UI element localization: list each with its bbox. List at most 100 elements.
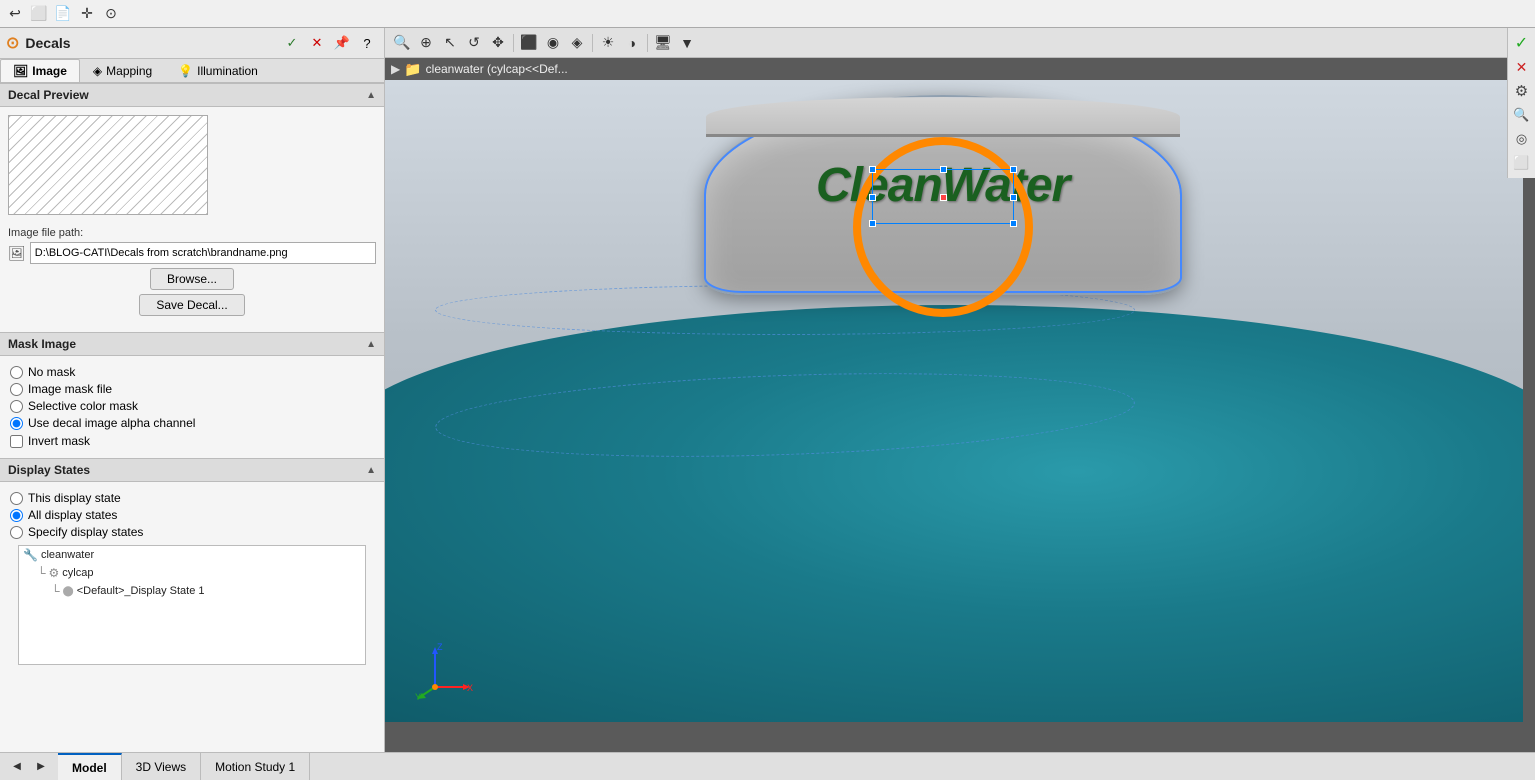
decal-preview-box bbox=[8, 115, 208, 215]
tree-node-cylcap[interactable]: └ ⚙ cylcap bbox=[33, 564, 365, 582]
mask-image-collapse-icon: ▲ bbox=[366, 339, 376, 350]
tab-illumination-icon: 💡 bbox=[178, 64, 193, 78]
file-path-input[interactable] bbox=[30, 242, 376, 264]
display-states-section: This display state All display states Sp… bbox=[0, 482, 384, 677]
mask-selective-color-radio[interactable] bbox=[10, 400, 23, 413]
vp-cube-icon[interactable]: ⬛ bbox=[518, 32, 540, 54]
bottom-bar: ◀ ▶ Model 3D Views Motion Study 1 bbox=[0, 752, 1535, 780]
tab-illumination-label: Illumination bbox=[197, 64, 258, 78]
tree-node-display-state-text: <Default>_Display State 1 bbox=[77, 585, 205, 597]
toolbar-open-icon[interactable]: 📄 bbox=[52, 3, 74, 25]
tab-mapping-icon: ◈ bbox=[93, 64, 102, 78]
mask-alpha-channel-radio[interactable] bbox=[10, 417, 23, 430]
viewport-3d[interactable]: CleanWater bbox=[385, 80, 1523, 722]
panel-content: Decal Preview ▲ Image file path: 🖼 Brows… bbox=[0, 83, 384, 752]
vp-more-icon[interactable]: ▼ bbox=[676, 32, 698, 54]
browse-button[interactable]: Browse... bbox=[150, 268, 234, 290]
viewport-toolbar: 🔍 ⊕ ↖ ↺ ✥ ⬛ ◉ ◈ ☀ ◑ 🖥 ▼ bbox=[385, 28, 1535, 58]
svg-text:Y: Y bbox=[415, 692, 421, 702]
display-all-states-row: All display states bbox=[10, 508, 374, 522]
vp-rotate-icon[interactable]: ↺ bbox=[463, 32, 485, 54]
display-this-state-row: This display state bbox=[10, 491, 374, 505]
right-confirm-icon[interactable]: ✓ bbox=[1511, 32, 1533, 54]
display-all-states-label: All display states bbox=[28, 508, 117, 522]
tree-node-cleanwater-text: cleanwater bbox=[41, 549, 94, 561]
toolbar-back-icon[interactable]: ↩ bbox=[4, 3, 26, 25]
right-circle-icon[interactable]: ◎ bbox=[1511, 128, 1533, 150]
tab-mapping[interactable]: ◈ Mapping bbox=[80, 59, 165, 82]
panel-title-text: Decals bbox=[25, 35, 70, 51]
mask-image-file-radio[interactable] bbox=[10, 383, 23, 396]
decal-preview-collapse-icon: ▲ bbox=[366, 90, 376, 101]
display-specify-states-label: Specify display states bbox=[28, 525, 143, 539]
mask-no-mask-label: No mask bbox=[28, 365, 75, 379]
right-square-icon[interactable]: ⬜ bbox=[1511, 152, 1533, 174]
preview-hatch-pattern bbox=[9, 116, 207, 214]
vp-search-icon[interactable]: 🔍 bbox=[391, 32, 413, 54]
display-all-states-radio[interactable] bbox=[10, 509, 23, 522]
mask-image-title: Mask Image bbox=[8, 337, 76, 351]
display-states-title: Display States bbox=[8, 463, 90, 477]
mask-no-mask-radio[interactable] bbox=[10, 366, 23, 379]
tree-connector2-icon: └ bbox=[51, 584, 60, 598]
breadcrumb-folder-icon: 📁 bbox=[404, 61, 421, 78]
display-specify-states-row: Specify display states bbox=[10, 525, 374, 539]
bottom-tab-motion-study[interactable]: Motion Study 1 bbox=[201, 753, 310, 780]
vp-cursor-icon[interactable]: ↖ bbox=[439, 32, 461, 54]
tree-node-cleanwater[interactable]: 🔧 cleanwater bbox=[19, 546, 365, 564]
right-icons-panel: ✓ ✕ ⚙ 🔍 ◎ ⬜ bbox=[1507, 28, 1535, 178]
toolbar-circle-icon[interactable]: ⊙ bbox=[100, 3, 122, 25]
decal-preview-section-header[interactable]: Decal Preview ▲ bbox=[0, 83, 384, 107]
vp-sep-3 bbox=[647, 34, 648, 52]
pin-button[interactable]: 📌 bbox=[331, 32, 353, 54]
tab-illumination[interactable]: 💡 Illumination bbox=[165, 59, 271, 82]
save-decal-button[interactable]: Save Decal... bbox=[139, 294, 244, 316]
decal-preview-title: Decal Preview bbox=[8, 88, 89, 102]
right-search-icon[interactable]: 🔍 bbox=[1511, 104, 1533, 126]
mask-alpha-channel-label: Use decal image alpha channel bbox=[28, 416, 195, 430]
bottom-prev-icon[interactable]: ◀ bbox=[6, 756, 28, 778]
display-states-tree: 🔧 cleanwater └ ⚙ cylcap └ ⬤ <Default>_Di… bbox=[18, 545, 366, 665]
vp-pan-icon[interactable]: ✥ bbox=[487, 32, 509, 54]
vp-zoom-icon[interactable]: ⊕ bbox=[415, 32, 437, 54]
tab-image-label: Image bbox=[32, 64, 67, 78]
tree-node-cylcap-icon: ⚙ bbox=[49, 566, 60, 580]
main-area: ⊙ Decals ✓ ✕ 📌 ? 🖼 Image ◈ Mappi bbox=[0, 28, 1535, 752]
svg-text:X: X bbox=[467, 683, 473, 693]
vp-render-icon[interactable]: ◉ bbox=[542, 32, 564, 54]
bottom-tab-3dviews[interactable]: 3D Views bbox=[122, 753, 201, 780]
toolbar-new-icon[interactable]: ⬜ bbox=[28, 3, 50, 25]
tree-node-display-state[interactable]: └ ⬤ <Default>_Display State 1 bbox=[47, 582, 365, 600]
display-states-section-header[interactable]: Display States ▲ bbox=[0, 458, 384, 482]
cylinder-rim bbox=[706, 97, 1180, 137]
right-gear-icon[interactable]: ⚙ bbox=[1511, 80, 1533, 102]
mask-alpha-channel-row: Use decal image alpha channel bbox=[10, 416, 374, 430]
file-path-label: Image file path: bbox=[8, 227, 376, 239]
vp-light-icon[interactable]: ☀ bbox=[597, 32, 619, 54]
bottom-next-icon[interactable]: ▶ bbox=[30, 756, 52, 778]
confirm-button[interactable]: ✓ bbox=[281, 32, 303, 54]
vp-shadow-icon[interactable]: ◑ bbox=[621, 32, 643, 54]
mask-selective-color-row: Selective color mask bbox=[10, 399, 374, 413]
vp-material-icon[interactable]: ◈ bbox=[566, 32, 588, 54]
panel-header: ⊙ Decals ✓ ✕ 📌 ? bbox=[0, 28, 384, 59]
cancel-button[interactable]: ✕ bbox=[306, 32, 328, 54]
scene-background: CleanWater bbox=[385, 80, 1523, 722]
mask-invert-checkbox[interactable] bbox=[10, 435, 23, 448]
right-viewport: 🔍 ⊕ ↖ ↺ ✥ ⬛ ◉ ◈ ☀ ◑ 🖥 ▼ ▶ 📁 cleanwater (… bbox=[385, 28, 1535, 752]
display-this-state-label: This display state bbox=[28, 491, 121, 505]
bottom-tab-model[interactable]: Model bbox=[58, 753, 122, 780]
display-specify-states-radio[interactable] bbox=[10, 526, 23, 539]
display-this-state-radio[interactable] bbox=[10, 492, 23, 505]
tab-image-icon: 🖼 bbox=[13, 64, 28, 78]
mask-selective-color-label: Selective color mask bbox=[28, 399, 138, 413]
tab-image[interactable]: 🖼 Image bbox=[0, 59, 80, 82]
display-states-collapse-icon: ▲ bbox=[366, 465, 376, 476]
right-cancel-icon[interactable]: ✕ bbox=[1511, 56, 1533, 78]
help-button[interactable]: ? bbox=[356, 32, 378, 54]
vp-monitor-icon[interactable]: 🖥 bbox=[652, 32, 674, 54]
mask-image-section-header[interactable]: Mask Image ▲ bbox=[0, 332, 384, 356]
toolbar-add-icon[interactable]: ✛ bbox=[76, 3, 98, 25]
breadcrumb-bar: ▶ 📁 cleanwater (cylcap<<Def... bbox=[385, 58, 574, 80]
panel-actions: ✓ ✕ 📌 ? bbox=[281, 32, 378, 54]
